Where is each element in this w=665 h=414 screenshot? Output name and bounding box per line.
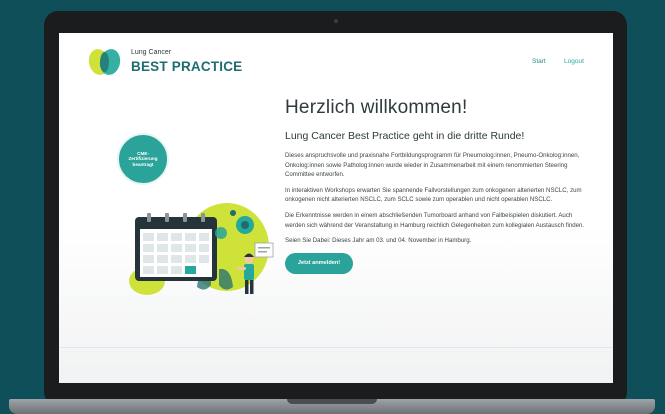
calendar-board-icon — [135, 213, 217, 281]
intro-paragraph: Dieses anspruchsvolle und praxisnahe For… — [285, 152, 580, 179]
date-paragraph: Seien Sie Dabei: Dieses Jahr am 03. und … — [285, 237, 472, 245]
nav-logout-link[interactable]: Logout — [564, 58, 584, 65]
brand-top-label: Lung Cancer — [131, 49, 172, 56]
laptop-notch — [287, 399, 377, 404]
document-card-icon — [254, 242, 274, 258]
site-header: Lung Cancer BEST PRACTICE Start Logout — [59, 33, 613, 91]
register-button[interactable]: Jetzt anmelden! — [285, 252, 353, 274]
camera-dot — [333, 19, 338, 23]
laptop-base — [9, 399, 655, 414]
nav-start-link[interactable]: Start — [532, 58, 546, 65]
workshops-paragraph: In interaktiven Workshops erwarten Sie s… — [285, 186, 582, 204]
welcome-content: Herzlich willkommen! Lung Cancer Best Pr… — [285, 97, 585, 274]
lungs-logo-icon[interactable] — [85, 47, 125, 77]
tumorboard-paragraph: Die Erkenntnisse werden in einem abschli… — [285, 211, 585, 229]
browser-screen: Lung Cancer BEST PRACTICE Start Logout C… — [59, 33, 613, 383]
page-subtitle: Lung Cancer Best Practice geht in die dr… — [285, 130, 525, 142]
cme-badge-line: beantragt — [132, 161, 154, 167]
content-divider — [59, 347, 613, 348]
brand-name: BEST PRACTICE — [131, 59, 243, 74]
page-title: Herzlich willkommen! — [285, 97, 468, 118]
cme-badge: CME- Zertifizierung beantragt — [117, 133, 169, 185]
